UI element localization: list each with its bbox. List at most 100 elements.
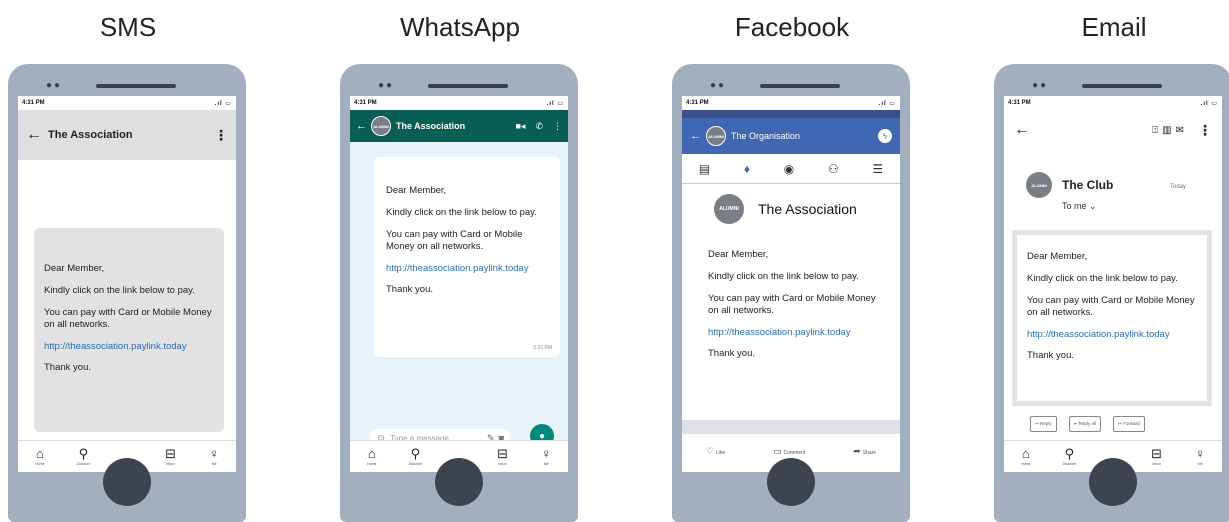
- recipient-toggle[interactable]: To me ⌄: [1062, 201, 1097, 212]
- message-greeting: Dear Member,: [44, 263, 105, 274]
- chevron-down-icon: ⌄: [1089, 201, 1097, 211]
- status-bar: 4:31 PM .ıl ▭: [18, 96, 236, 110]
- chat-title: The Association: [396, 121, 466, 131]
- nav-me[interactable]: ♀ Me: [194, 447, 234, 467]
- payment-link[interactable]: http://theassociation.paylink.today: [708, 327, 888, 339]
- column-title-email: Email: [1081, 12, 1147, 42]
- signal-battery-icon: .ıl ▭: [1200, 100, 1218, 107]
- trash-icon[interactable]: ▥: [1162, 125, 1171, 136]
- reply-all-button[interactable]: ↞ Reply All: [1068, 416, 1102, 432]
- message-bubble: Dear Member, Kindly click on the link be…: [34, 228, 224, 432]
- email-actions: ↤ Reply ↞ Reply All ↦ Forward: [1030, 416, 1157, 432]
- camera-dots: ●●: [46, 80, 63, 91]
- more-options-icon[interactable]: ⋮: [1198, 122, 1212, 139]
- nav-discover[interactable]: ⚲ Discover: [395, 446, 435, 467]
- newsfeed-icon[interactable]: ▤: [699, 162, 710, 176]
- home-button[interactable]: [767, 458, 815, 506]
- nav-home[interactable]: ⌂ Home: [1006, 447, 1046, 467]
- payment-link[interactable]: http://theassociation.paylink.today: [1027, 329, 1197, 341]
- like-button[interactable]: ♡ Like: [706, 446, 725, 457]
- message-line2: You can pay with Card or Mobile Money on…: [386, 228, 523, 252]
- groups-icon[interactable]: ◉: [784, 162, 794, 176]
- search-icon: ⚲: [1064, 446, 1075, 461]
- home-button[interactable]: [103, 458, 151, 506]
- mail-icon[interactable]: ✉: [1176, 125, 1184, 136]
- screen-whatsapp: 4:31 PM .ıl ▭ ← ALUMNI The Association ■…: [350, 96, 568, 472]
- profile-name[interactable]: The Association: [758, 201, 857, 217]
- message-greeting: Dear Member,: [1027, 251, 1088, 262]
- home-button[interactable]: [1089, 458, 1137, 506]
- avatar[interactable]: ALUMNI: [706, 126, 726, 146]
- person-icon: ♀: [1195, 446, 1206, 461]
- column-title-whatsapp: WhatsApp: [400, 12, 520, 42]
- speaker-grill: [96, 84, 176, 88]
- avatar[interactable]: ALUMNI: [371, 116, 391, 136]
- menu-icon[interactable]: ☰: [872, 162, 883, 176]
- nav-discover[interactable]: ⚲ Discover: [63, 446, 103, 467]
- message-line2: You can pay with Card or Mobile Money on…: [1027, 294, 1195, 318]
- profile-avatar[interactable]: ALUMNI: [714, 194, 744, 224]
- nav-home[interactable]: ⌂ Home: [352, 447, 392, 467]
- inbox-icon: ⊟: [1151, 446, 1163, 461]
- home-button[interactable]: [435, 458, 483, 506]
- search-icon: ⚲: [78, 446, 89, 461]
- more-options-icon[interactable]: ⋮: [553, 121, 562, 132]
- speaker-grill: [428, 84, 508, 88]
- message-closing: Thank you.: [44, 362, 91, 374]
- status-bar: 4:31 PM .ıl ▭: [682, 96, 900, 110]
- back-arrow-icon[interactable]: ←: [1014, 121, 1148, 139]
- message-line1: Kindly click on the link below to pay.: [386, 206, 537, 218]
- nav-inbox[interactable]: ⊟ Inbox: [151, 446, 191, 467]
- email-sender: ALUMNI The Club: [1026, 172, 1113, 198]
- facebook-tabs: ▤ ♦ ◉ ⚇ ☰: [682, 154, 900, 184]
- reply-button[interactable]: ↤ Reply: [1030, 416, 1057, 432]
- share-button[interactable]: ➦ Share: [853, 446, 876, 457]
- message-timestamp: 5:22 PM: [533, 344, 552, 351]
- share-icon: ➦: [853, 445, 861, 456]
- archive-icon[interactable]: ⍐: [1152, 125, 1158, 136]
- email-toolbar: ← ⍐ ▥ ✉ ⋮: [1004, 110, 1222, 150]
- more-options-icon[interactable]: ⋮: [214, 127, 228, 144]
- friends-icon[interactable]: ⚇: [828, 162, 839, 176]
- signal-battery-icon: .ıl ▭: [878, 100, 896, 107]
- screen-facebook: 4:31 PM .ıl ▭ ← ALUMNI The Organisation …: [682, 96, 900, 472]
- nav-inbox[interactable]: ⊟ Inbox: [483, 447, 523, 467]
- chat-body: Dear Member, Kindly click on the link be…: [350, 142, 568, 440]
- phone-email: ●● 4:31 PM .ıl ▭ ← ⍐ ▥ ✉ ⋮ ALUMNI The Cl…: [994, 64, 1229, 522]
- column-title-sms: SMS: [99, 12, 157, 42]
- nav-me[interactable]: ♀ Me: [526, 447, 566, 467]
- profile-header: ALUMNI The Association: [714, 194, 857, 224]
- back-arrow-icon[interactable]: ←: [26, 126, 42, 144]
- forward-button[interactable]: ↦ Forward: [1113, 416, 1145, 432]
- sender-avatar[interactable]: ALUMNI: [1026, 172, 1052, 198]
- back-arrow-icon[interactable]: ←: [356, 120, 367, 132]
- phone-call-icon[interactable]: ✆: [535, 121, 543, 132]
- payment-link[interactable]: http://theassociation.paylink.today: [44, 341, 214, 353]
- payment-link[interactable]: http://theassociation.paylink.today: [386, 263, 550, 275]
- message-greeting: Dear Member,: [386, 185, 447, 196]
- nav-home[interactable]: ⌂ Home: [20, 447, 60, 467]
- nav-inbox[interactable]: ⊟ Inbox: [1137, 446, 1177, 467]
- video-call-icon[interactable]: ■◂: [515, 121, 525, 132]
- comment-button[interactable]: ▭ Comment: [773, 446, 805, 457]
- facebook-header: ← ALUMNI The Organisation ϟ: [682, 118, 900, 154]
- status-bar: 4:31 PM .ıl ▭: [350, 96, 568, 110]
- search-icon: ⚲: [410, 446, 421, 461]
- message-closing: Thank you.: [708, 348, 755, 360]
- comment-icon: ▭: [773, 445, 782, 456]
- divider-bar: [682, 420, 900, 434]
- inbox-icon: ⊟: [165, 446, 177, 461]
- nav-discover[interactable]: ⚲ Discover: [1049, 446, 1089, 467]
- whatsapp-header: ← ALUMNI The Association ■◂ ✆ ⋮: [350, 110, 568, 142]
- conversation-title: The Association: [48, 129, 133, 141]
- bell-icon[interactable]: ♦: [744, 162, 750, 176]
- phone-sms: ●● 4:31 PM .ıl ▭ ← The Association ⋮ Dea…: [8, 64, 246, 522]
- nav-me[interactable]: ♀ Me: [1180, 446, 1220, 467]
- phone-facebook: ●● 4:31 PM .ıl ▭ ← ALUMNI The Organisati…: [672, 64, 910, 522]
- signal-battery-icon: .ıl ▭: [546, 100, 564, 107]
- messenger-icon[interactable]: ϟ: [878, 129, 892, 143]
- back-arrow-icon[interactable]: ←: [690, 130, 701, 142]
- status-time: 4:31 PM: [686, 100, 709, 106]
- status-time: 4:31 PM: [22, 100, 45, 106]
- column-title-facebook: Facebook: [734, 12, 850, 42]
